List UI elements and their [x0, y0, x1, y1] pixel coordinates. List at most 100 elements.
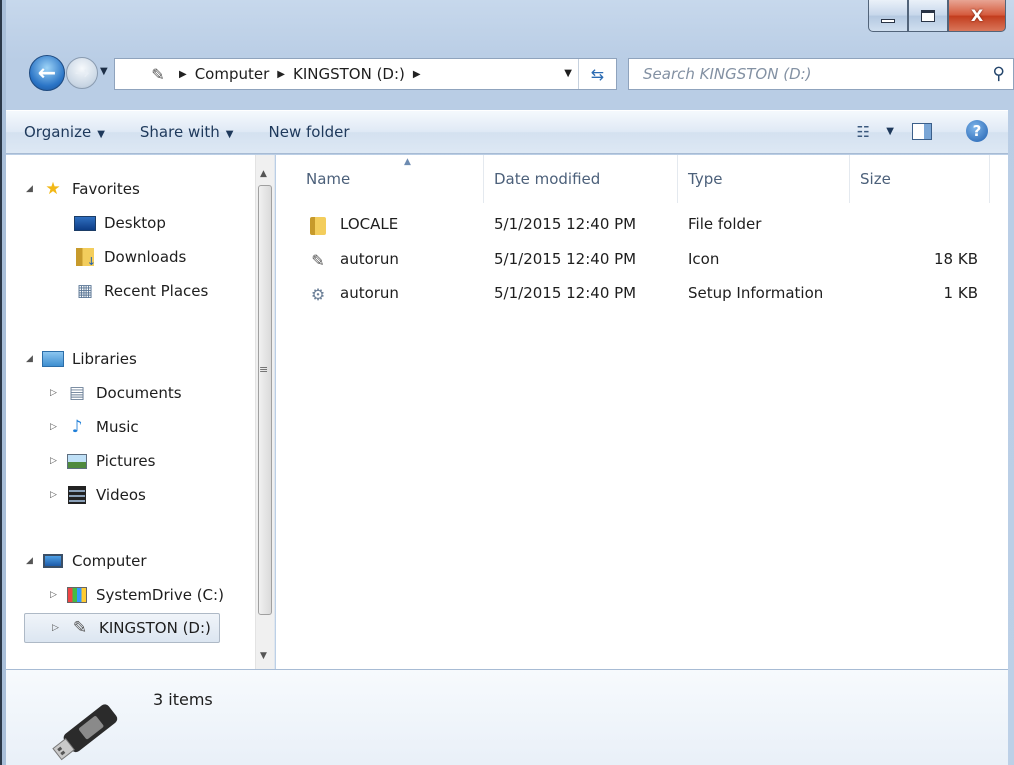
forward-button[interactable]: →	[66, 57, 98, 89]
setup-file-icon: ⚙	[310, 284, 326, 304]
star-icon: ★	[45, 179, 61, 199]
pictures-icon	[64, 451, 90, 471]
share-with-button[interactable]: Share with ▼	[140, 123, 234, 141]
nav-computer[interactable]: ◢ Computer	[26, 546, 147, 576]
column-header-date-modified[interactable]: Date modified	[484, 155, 678, 203]
nav-kingston-label: KINGSTON (D:)	[99, 619, 211, 637]
refresh-button[interactable]: ⇆	[578, 59, 616, 89]
desktop-icon	[72, 213, 98, 233]
nav-kingston[interactable]: ▷ ✎ KINGSTON (D:)	[24, 613, 220, 643]
usb-drive-icon: ✎	[72, 618, 88, 638]
usb-drive-icon: ✎	[151, 64, 165, 84]
nav-videos-label: Videos	[96, 486, 146, 504]
search-icon[interactable]: ⚲	[993, 64, 1005, 84]
search-input[interactable]: Search KINGSTON (D:) ⚲	[628, 58, 1014, 90]
nav-desktop[interactable]: Desktop	[72, 208, 166, 238]
close-button[interactable]: X	[948, 0, 1006, 32]
breadcrumb-computer[interactable]: Computer	[195, 65, 270, 83]
downloads-folder-icon: ↓	[72, 247, 98, 268]
scroll-down-icon[interactable]: ▼	[260, 651, 267, 661]
expanded-triangle-icon[interactable]: ◢	[26, 354, 40, 364]
sort-ascending-icon: ▲	[404, 157, 411, 167]
file-type: Setup Information	[688, 284, 824, 302]
nav-pictures[interactable]: ▷ Pictures	[50, 446, 155, 476]
column-name-label: Name	[306, 170, 351, 188]
views-dropdown-icon[interactable]: ▼	[886, 126, 894, 137]
nav-recent-places[interactable]: ▦ Recent Places	[72, 276, 208, 306]
close-icon: X	[970, 6, 984, 25]
file-row-locale[interactable]: LOCALE 5/1/2015 12:40 PM File folder	[276, 209, 1008, 241]
maximize-button[interactable]	[908, 0, 948, 32]
nav-music[interactable]: ▷ ♪ Music	[50, 412, 139, 442]
scrollbar-thumb[interactable]	[258, 185, 272, 615]
chevron-down-icon: ▼	[225, 129, 234, 140]
collapsed-triangle-icon[interactable]: ▷	[50, 590, 64, 600]
details-pane: 3 items	[6, 669, 1008, 765]
breadcrumb-separator-icon[interactable]: ▶	[179, 69, 187, 80]
column-header-name[interactable]: ▲ Name	[296, 155, 484, 203]
file-type: File folder	[688, 215, 762, 233]
nav-desktop-label: Desktop	[104, 214, 166, 232]
new-folder-button[interactable]: New folder	[269, 123, 350, 141]
caption-buttons: X	[868, 0, 1006, 36]
command-toolbar: Organize ▼ Share with ▼ New folder ☷ ▼ ?	[6, 110, 1008, 154]
recent-places-icon: ▦	[76, 281, 94, 301]
back-arrow-icon: ←	[37, 60, 57, 86]
address-dropdown-icon[interactable]: ▼	[564, 68, 572, 79]
back-button[interactable]: ←	[29, 55, 65, 91]
item-count: 3 items	[153, 690, 213, 709]
share-with-label: Share with	[139, 123, 220, 141]
address-bar[interactable]: ✎ ▶ Computer ▶ KINGSTON (D:) ▶ ▼ ⇆	[114, 58, 617, 90]
file-row-autorun-inf[interactable]: ⚙ autorun 5/1/2015 12:40 PM Setup Inform…	[276, 278, 1008, 310]
nav-videos[interactable]: ▷ Videos	[50, 480, 146, 510]
collapsed-triangle-icon[interactable]: ▷	[50, 456, 64, 466]
file-type: Icon	[688, 250, 720, 268]
navigation-pane: ◢ ★ Favorites Desktop ↓ Downloads ▦ Rece…	[6, 155, 275, 669]
column-date-label: Date modified	[494, 170, 601, 188]
breadcrumb-kingston[interactable]: KINGSTON (D:)	[293, 65, 405, 83]
refresh-icon: ⇆	[590, 64, 605, 84]
search-placeholder: Search KINGSTON (D:)	[643, 65, 812, 83]
nav-favorites[interactable]: ◢ ★ Favorites	[26, 174, 140, 204]
preview-pane-icon[interactable]	[912, 123, 932, 140]
file-row-autorun-icon[interactable]: ✎ autorun 5/1/2015 12:40 PM Icon 18 KB	[276, 244, 1008, 276]
column-header-type[interactable]: Type	[678, 155, 850, 203]
collapsed-triangle-icon[interactable]: ▷	[50, 422, 64, 432]
expanded-triangle-icon[interactable]: ◢	[26, 556, 40, 566]
file-date: 5/1/2015 12:40 PM	[494, 250, 637, 268]
nav-favorites-label: Favorites	[72, 180, 140, 198]
chevron-down-icon: ▼	[97, 129, 105, 140]
nav-system-drive[interactable]: ▷ SystemDrive (C:)	[50, 580, 224, 610]
column-size-label: Size	[860, 170, 891, 188]
nav-downloads-label: Downloads	[104, 248, 187, 266]
collapsed-triangle-icon[interactable]: ▷	[50, 490, 64, 500]
usb-drive-icon: ✎	[311, 250, 325, 270]
nav-scrollbar[interactable]: ▲ ≡ ▼	[255, 155, 274, 669]
minimize-icon	[881, 18, 895, 23]
minimize-button[interactable]	[868, 0, 908, 32]
expanded-triangle-icon[interactable]: ◢	[26, 184, 40, 194]
help-icon[interactable]: ?	[966, 120, 988, 142]
collapsed-triangle-icon[interactable]: ▷	[52, 623, 66, 633]
maximize-icon	[921, 9, 935, 22]
nav-computer-label: Computer	[72, 552, 147, 570]
organize-label: Organize	[24, 123, 92, 141]
nav-documents[interactable]: ▷ ▤ Documents	[50, 378, 182, 408]
nav-downloads[interactable]: ↓ Downloads	[72, 242, 186, 272]
nav-system-drive-label: SystemDrive (C:)	[96, 586, 224, 604]
recent-pages-dropdown[interactable]: ▼	[100, 66, 108, 77]
music-icon: ♪	[71, 417, 83, 437]
breadcrumb-separator-icon[interactable]: ▶	[277, 69, 285, 80]
organize-button[interactable]: Organize ▼	[24, 123, 105, 141]
column-header-size[interactable]: Size	[850, 155, 990, 203]
breadcrumb-separator-icon[interactable]: ▶	[413, 69, 421, 80]
views-icon[interactable]: ☷	[857, 123, 870, 141]
file-size: 1 KB	[943, 284, 978, 302]
collapsed-triangle-icon[interactable]: ▷	[50, 388, 64, 398]
nav-documents-label: Documents	[96, 384, 182, 402]
folder-icon	[310, 217, 326, 235]
documents-icon: ▤	[68, 383, 86, 403]
nav-libraries[interactable]: ◢ Libraries	[26, 344, 137, 374]
nav-libraries-label: Libraries	[72, 350, 137, 368]
scroll-up-icon[interactable]: ▲	[260, 169, 267, 179]
